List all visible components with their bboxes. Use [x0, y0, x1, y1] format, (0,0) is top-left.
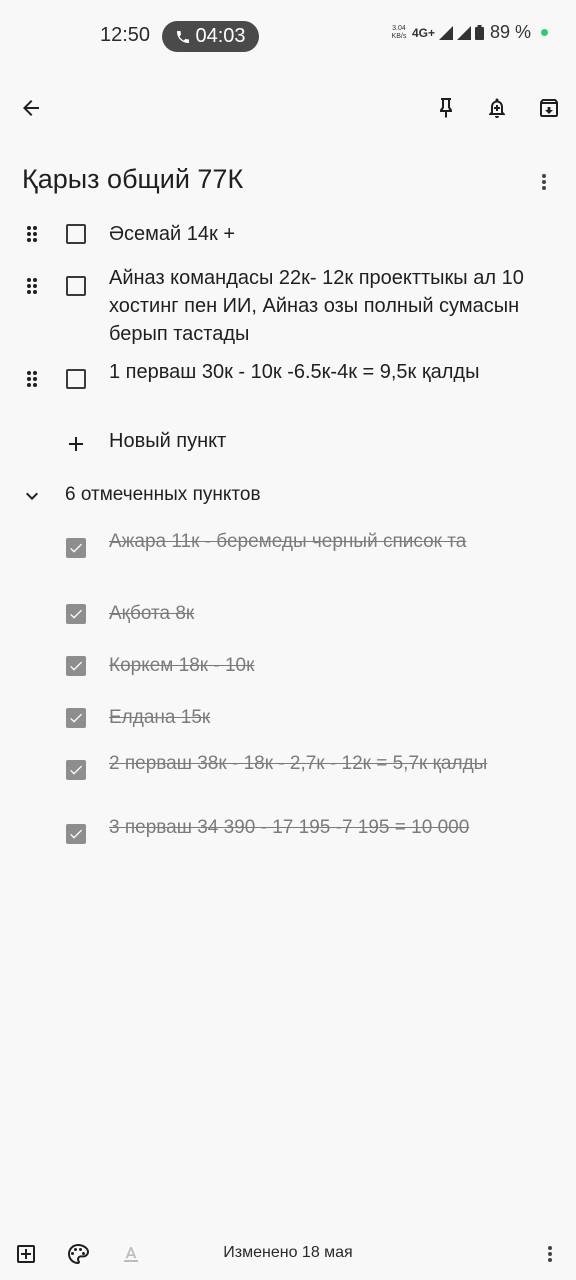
- item-checkbox[interactable]: [66, 224, 86, 244]
- call-chip[interactable]: 04:03: [162, 21, 259, 52]
- checked-list-item[interactable]: Көркем 18к - 10к: [0, 652, 576, 680]
- more-options-button[interactable]: [530, 1234, 570, 1274]
- arrow-left-icon: [23, 100, 39, 116]
- drag-handle-icon[interactable]: [22, 276, 42, 296]
- drag-handle-icon[interactable]: [22, 224, 42, 244]
- edited-timestamp: Изменено 18 мая: [223, 1244, 353, 1261]
- item-checkbox[interactable]: [66, 369, 86, 389]
- item-text[interactable]: Елдана 15к: [109, 704, 519, 732]
- item-text[interactable]: 2 перваш 38к - 18к - 2,7к - 12к = 5,7к қ…: [109, 750, 519, 778]
- checked-items-toggle[interactable]: 6 отмеченных пунктов: [0, 480, 576, 512]
- checked-list-item[interactable]: 2 перваш 38к - 18к - 2,7к - 12к = 5,7к қ…: [0, 750, 576, 806]
- item-text[interactable]: Ажара 11к - беремеды черный список та: [109, 528, 519, 556]
- list-item[interactable]: Айназ командасы 22к- 12к проекттыкы ал 1…: [0, 264, 576, 348]
- archive-button[interactable]: [529, 88, 569, 128]
- note-toolbar: [0, 84, 576, 132]
- phone-icon: [177, 30, 190, 43]
- net-speed: 3.04 KB/s: [391, 24, 407, 40]
- item-text[interactable]: 1 перваш 30к - 10к -6.5к-4к = 9,5к қалды: [109, 358, 529, 386]
- bottom-bar: Изменено 18 мая: [0, 1228, 576, 1280]
- status-time: 12:50: [100, 24, 151, 46]
- note-title[interactable]: Қарыз общий 77К: [22, 164, 243, 195]
- new-item-button[interactable]: Новый пункт: [0, 428, 576, 460]
- reminder-button[interactable]: [477, 88, 517, 128]
- battery-icon: [474, 25, 484, 40]
- item-checkbox[interactable]: [66, 276, 86, 296]
- checkmark-icon: [70, 713, 82, 723]
- pin-icon: [440, 98, 452, 118]
- checked-list-item[interactable]: 3 перваш 34 390 - 17 195 -7 195 = 10 000: [0, 814, 576, 870]
- checkmark-icon: [70, 543, 82, 553]
- status-bar: 12:50 04:03 3.04 KB/s 4G+ 89 %: [0, 0, 576, 72]
- checked-list-item[interactable]: Елдана 15к: [0, 704, 576, 732]
- checkmark-icon: [70, 661, 82, 671]
- drag-handle-icon[interactable]: [22, 369, 42, 389]
- list-item[interactable]: Әсемай 14к +: [0, 220, 576, 248]
- back-button[interactable]: [11, 88, 51, 128]
- pin-button[interactable]: [426, 88, 466, 128]
- checkmark-icon: [70, 609, 82, 619]
- item-text[interactable]: Көркем 18к - 10к: [109, 652, 519, 680]
- signal-icon: [438, 25, 453, 40]
- network-type: 4G+: [411, 25, 435, 40]
- plus-icon: [69, 437, 83, 451]
- item-text[interactable]: 3 перваш 34 390 - 17 195 -7 195 = 10 000: [109, 814, 519, 842]
- chevron-down-icon: [26, 492, 38, 500]
- more-vert-icon: [548, 1246, 552, 1262]
- item-checkbox-checked[interactable]: [66, 760, 86, 780]
- archive-icon: [540, 99, 558, 117]
- note-more-button[interactable]: [524, 162, 564, 202]
- privacy-indicator: [541, 29, 548, 36]
- battery-percent: 89 %: [489, 22, 531, 42]
- item-text[interactable]: Айназ командасы 22к- 12к проекттыкы ал 1…: [109, 264, 529, 348]
- list-item[interactable]: 1 перваш 30к - 10к -6.5к-4к = 9,5к қалды: [0, 358, 576, 414]
- checkmark-icon: [70, 829, 82, 839]
- item-checkbox-checked[interactable]: [66, 656, 86, 676]
- checkmark-icon: [70, 765, 82, 775]
- item-checkbox-checked[interactable]: [66, 538, 86, 558]
- item-text[interactable]: Әсемай 14к +: [109, 220, 529, 248]
- checked-list-item[interactable]: Ажара 11к - беремеды черный список та: [0, 528, 576, 584]
- item-checkbox-checked[interactable]: [66, 708, 86, 728]
- item-text[interactable]: Ақбота 8к: [109, 600, 519, 628]
- checked-list-item[interactable]: Ақбота 8к: [0, 600, 576, 628]
- checked-items-count: 6 отмеченных пунктов: [65, 484, 261, 505]
- call-timer: 04:03: [195, 25, 246, 47]
- more-vert-icon: [542, 174, 546, 190]
- item-checkbox-checked[interactable]: [66, 604, 86, 624]
- new-item-label: Новый пункт: [109, 430, 227, 452]
- bell-plus-icon: [489, 98, 505, 118]
- item-checkbox-checked[interactable]: [66, 824, 86, 844]
- signal-icon: [456, 25, 471, 40]
